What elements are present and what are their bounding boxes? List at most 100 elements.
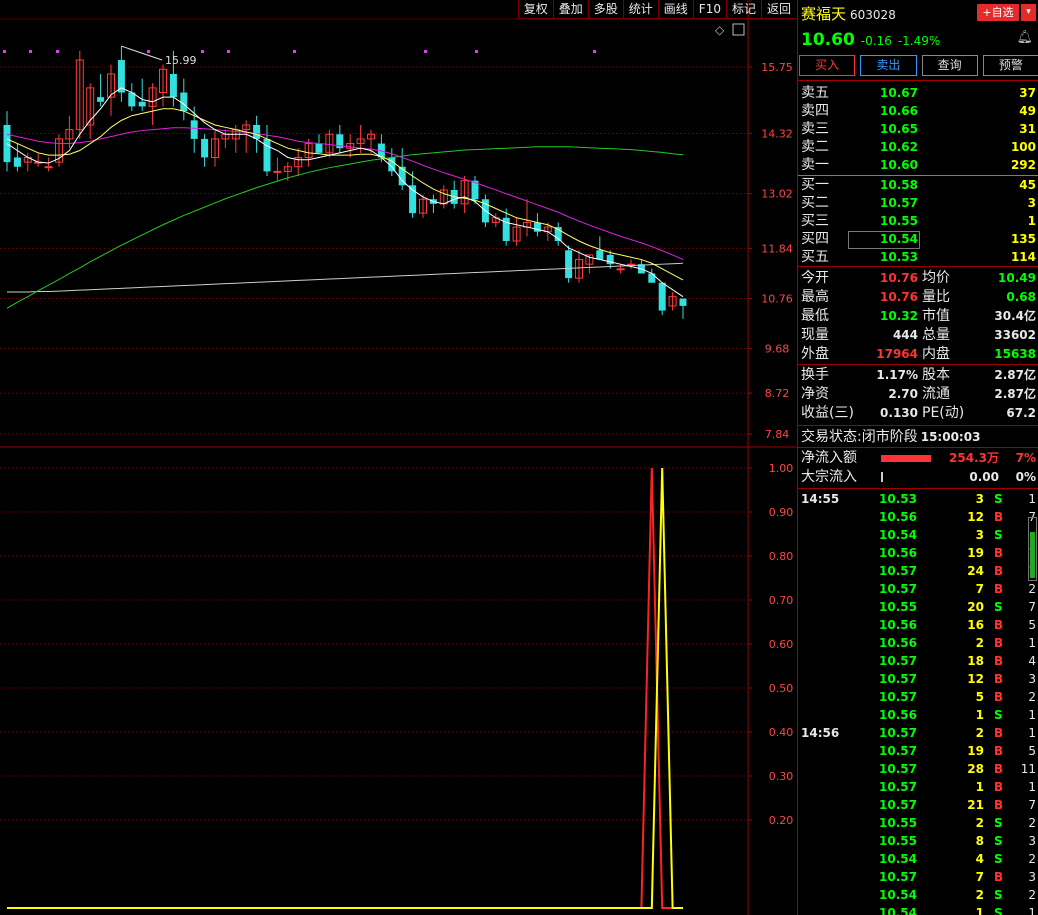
asks-level-2[interactable]: 卖三 10.65 31 (798, 120, 1038, 138)
indicator-tick-label: 0.80 (769, 550, 794, 563)
stat-value: 10.49 (998, 271, 1036, 285)
divider (798, 447, 1038, 448)
tick-side: B (994, 654, 1004, 668)
flow-value: 254.3万 (949, 451, 999, 465)
level-volume: 3 (1027, 196, 1036, 210)
tick-price: 10.57 (879, 564, 917, 578)
stat-value: 0.68 (1006, 290, 1036, 304)
scroll-thumb[interactable] (1030, 532, 1035, 578)
tick-price: 10.57 (879, 870, 917, 884)
indicator-tick-label: 1.00 (769, 462, 794, 475)
bids-level-4[interactable]: 买五 10.53 114 (798, 248, 1038, 266)
price-tick-label: 10.76 (761, 293, 793, 306)
level-volume: 100 (1010, 140, 1036, 154)
stat-row: 最高 10.76 量比 0.68 (798, 288, 1038, 306)
tick-volume: 1 (975, 708, 984, 722)
candle-body (679, 298, 687, 306)
tick-scrollbar[interactable] (1028, 517, 1037, 581)
stat-row: 外盘 17964 内盘 15638 (798, 345, 1038, 363)
trade-status-phase: 闭市阶段 (861, 429, 918, 445)
tick-count: 1 (1028, 726, 1036, 740)
tick-side: S (994, 852, 1003, 866)
diamond-icon: ◇ (715, 23, 725, 37)
add-watchlist-button[interactable]: +自选 (977, 4, 1019, 21)
bell-icon[interactable]: 🔔︎ (1016, 30, 1033, 45)
toolbar-6[interactable]: 标记 (725, 0, 761, 19)
tick-price: 10.57 (879, 672, 917, 686)
tick-price: 10.54 (879, 906, 917, 915)
level-label: 卖四 (801, 103, 829, 119)
bids-level-1[interactable]: 买二 10.57 3 (798, 194, 1038, 212)
toolbar-2[interactable]: 多股 (587, 0, 623, 19)
bids-level-2[interactable]: 买三 10.55 1 (798, 212, 1038, 230)
buy-button[interactable]: 买入 (799, 55, 856, 76)
asks-level-4[interactable]: 卖一 10.60 292 (798, 156, 1038, 174)
candle-body (315, 143, 323, 153)
watchlist-menu-button[interactable]: ▾ (1021, 4, 1036, 21)
level-label: 买二 (801, 195, 829, 211)
price-tick-label: 7.84 (765, 428, 790, 441)
tick-price: 10.57 (879, 582, 917, 596)
stat-value: 10.32 (880, 309, 918, 323)
query-button[interactable]: 查询 (921, 55, 978, 76)
divider (798, 364, 1038, 365)
bids-level-0[interactable]: 买一 10.58 45 (798, 176, 1038, 194)
indicator-tick-label: 0.50 (769, 682, 794, 695)
tick-count: 7 (1028, 798, 1036, 812)
indicator-tick-label: 0.30 (769, 770, 794, 783)
tick-volume: 19 (967, 744, 984, 758)
price-tick-label: 8.72 (765, 387, 790, 400)
toolbar-5[interactable]: F10 (692, 0, 726, 19)
indicator-tick-label: 0.20 (769, 814, 794, 827)
toolbar-0[interactable]: 复权 (517, 0, 553, 19)
bids-level-3[interactable]: 买四 10.54 135 (798, 230, 1038, 249)
tick-side: B (994, 798, 1004, 812)
level-label: 卖一 (801, 157, 829, 173)
tick-time: 14:56 (801, 726, 840, 740)
stat-label: 内盘 (922, 346, 950, 362)
tick-row: 10.5619B1 (798, 544, 1038, 562)
signal-dot (424, 50, 427, 53)
tick-row: 10.57 18 B 4 (798, 652, 1038, 670)
tick-row: 14:55 10.53 3 S 1 (798, 490, 1038, 508)
tick-volume: 20 (967, 600, 984, 614)
level-volume: 292 (1010, 158, 1036, 172)
level-price: 10.65 (880, 122, 918, 136)
price-tick-label: 14.32 (761, 127, 793, 140)
tick-row: 10.57 28 B 11 (798, 760, 1038, 778)
price-tick-label: 9.68 (765, 343, 790, 356)
stat-value: 33602 (994, 328, 1036, 342)
tick-price: 10.56 (879, 618, 917, 632)
tick-count: 1 (1028, 492, 1036, 506)
price-tick-label: 13.02 (761, 188, 793, 201)
candle-body (596, 250, 604, 260)
tick-volume: 2 (975, 726, 984, 740)
stat-value: 30.4亿 (994, 309, 1036, 323)
indicator-tick-label: 0.40 (769, 726, 794, 739)
stat-row: 现量 444 总量 33602 (798, 326, 1038, 344)
stat-row: 今开 10.76 均价 10.49 (798, 269, 1038, 287)
tick-count: 7 (1028, 600, 1036, 614)
panel-toggle-icon (732, 23, 745, 36)
alert-button[interactable]: 预警 (982, 55, 1038, 76)
stock-code: 603028 (850, 8, 896, 22)
toolbar-4[interactable]: 画线 (657, 0, 693, 19)
price-tick-label: 15.75 (761, 61, 793, 74)
toolbar-1[interactable]: 叠加 (552, 0, 588, 19)
candle-body (658, 282, 666, 311)
asks-level-1[interactable]: 卖四 10.66 49 (798, 102, 1038, 120)
tick-row: 10.57 19 B 5 (798, 742, 1038, 760)
signal-dot (475, 50, 478, 53)
stock-name: 赛福天 (801, 5, 847, 23)
tick-volume: 2 (975, 636, 984, 650)
candle-body (201, 138, 209, 158)
toolbar-3[interactable]: 统计 (622, 0, 658, 19)
price-chart[interactable]: 15.75 14.32 13.02 11.84 10.76 9.68 8.72 7.84 15.… (0, 0, 797, 915)
level-label: 买五 (801, 249, 829, 265)
toolbar-7[interactable]: 返回 (760, 0, 796, 19)
level-price: 10.53 (880, 250, 918, 264)
sell-button[interactable]: 卖出 (860, 55, 917, 76)
stat-value: 15638 (994, 347, 1036, 361)
asks-level-3[interactable]: 卖二 10.62 100 (798, 138, 1038, 156)
asks-level-0[interactable]: 卖五 10.67 37 (798, 84, 1038, 102)
